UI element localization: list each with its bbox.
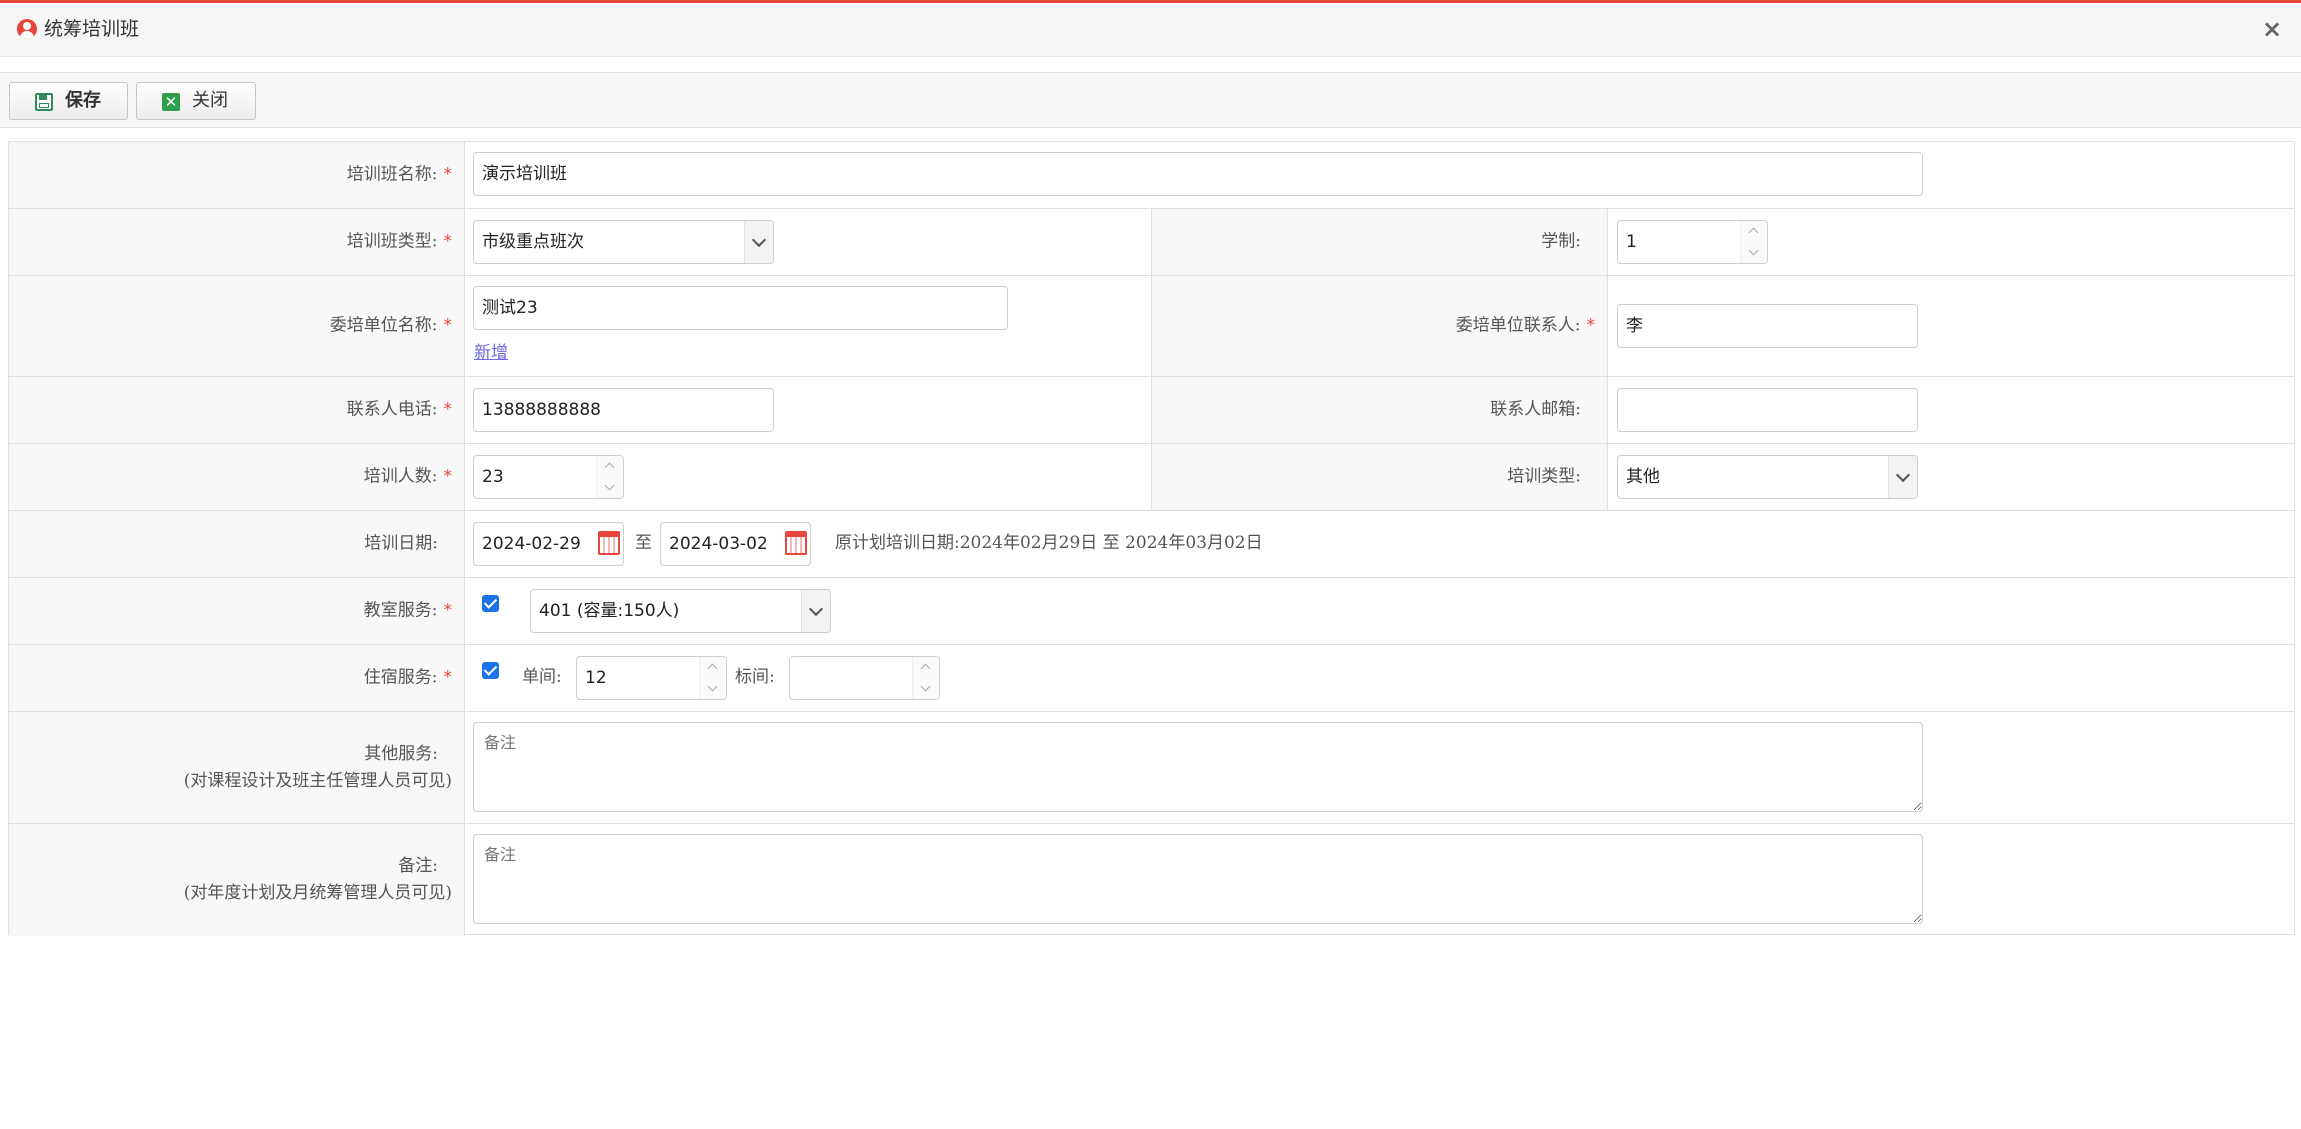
dates-label: 培训日期:: [364, 533, 438, 554]
standard-room-label: 标间:: [735, 667, 775, 687]
label-cell: 住宿服务: *: [9, 645, 465, 711]
spinner-icon[interactable]: [596, 456, 623, 498]
other-service-textarea[interactable]: [473, 722, 1923, 812]
form-row-classroom: 教室服务: * 401 (容量:150人): [9, 578, 2294, 645]
unit-name-input[interactable]: 测试23: [473, 286, 1008, 330]
calendar-icon[interactable]: [785, 531, 807, 555]
form-row-unit: 委培单位名称: * 测试23 新增 委培单位联系人: * 李: [9, 276, 2294, 377]
single-room-value: 12: [585, 668, 607, 688]
form-row-name: 培训班名称: * 演示培训班: [9, 142, 2294, 209]
training-type-select[interactable]: 其他: [1617, 455, 1918, 499]
duration-stepper[interactable]: 1: [1617, 220, 1768, 264]
training-type-value: 其他: [1626, 467, 1660, 487]
form-row-count: 培训人数: * 23 培训类型: 其他: [9, 444, 2294, 511]
label-cell: 培训日期:: [9, 511, 465, 577]
label-cell: 联系人电话: *: [9, 377, 465, 443]
form-row-remark: 备注: (对年度计划及月统筹管理人员可见): [9, 824, 2294, 936]
dialog-titlebar: 统筹培训班 ×: [0, 3, 2301, 57]
calendar-icon[interactable]: [598, 531, 620, 555]
form-row-phone: 联系人电话: * 13888888888 联系人邮箱:: [9, 377, 2294, 444]
spinner-icon[interactable]: [699, 657, 726, 699]
trainee-count-stepper[interactable]: 23: [473, 455, 624, 499]
type-label: 培训班类型: *: [346, 231, 452, 252]
unit-contact-input[interactable]: 李: [1617, 304, 1918, 348]
single-room-label: 单间:: [522, 667, 562, 687]
start-date-value: 2024-02-29: [482, 534, 581, 554]
label-cell: 培训班类型: *: [9, 209, 465, 275]
phone-input[interactable]: 13888888888: [473, 388, 774, 432]
class-name-input[interactable]: 演示培训班: [473, 152, 1923, 196]
date-range-separator: 至: [635, 533, 652, 553]
other-service-label: 其他服务: (对课程设计及班主任管理人员可见): [183, 743, 452, 791]
label-cell: 学制:: [1151, 209, 1608, 275]
spinner-icon[interactable]: [1740, 221, 1767, 263]
label-cell: 培训人数: *: [9, 444, 465, 510]
save-button[interactable]: 保存: [9, 82, 128, 120]
close-x-icon: ✕: [162, 93, 180, 111]
duration-value: 1: [1626, 232, 1637, 252]
close-icon[interactable]: ×: [2257, 14, 2287, 44]
training-class-form: 培训班名称: * 演示培训班 培训班类型: * 市级重点班次 学制: 1 委培单位名…: [8, 141, 2295, 936]
label-cell: 备注: (对年度计划及月统筹管理人员可见): [9, 824, 465, 936]
email-label: 联系人邮箱:: [1490, 399, 1581, 420]
chevron-down-icon: [1888, 456, 1917, 498]
count-label: 培训人数: *: [363, 466, 452, 487]
label-cell: 培训类型:: [1151, 444, 1608, 510]
label-cell: 其他服务: (对课程设计及班主任管理人员可见): [9, 712, 465, 823]
close-button[interactable]: ✕ 关闭: [136, 82, 256, 120]
toolbar: 保存 ✕ 关闭: [0, 72, 2301, 128]
add-unit-link[interactable]: 新增: [474, 338, 508, 363]
lodging-checkbox[interactable]: [482, 662, 499, 679]
label-cell: 委培单位名称: *: [9, 276, 465, 376]
unit-contact-label: 委培单位联系人: *: [1455, 315, 1595, 336]
name-label: 培训班名称: *: [346, 164, 452, 185]
trainee-count-value: 23: [482, 467, 504, 487]
lodging-label: 住宿服务: *: [363, 667, 452, 688]
label-cell: 委培单位联系人: *: [1151, 276, 1608, 376]
remark-sublabel: (对年度计划及月统筹管理人员可见): [183, 883, 452, 903]
label-cell: 培训班名称: *: [9, 142, 465, 208]
classroom-select[interactable]: 401 (容量:150人): [530, 589, 831, 633]
label-cell: 联系人邮箱:: [1151, 377, 1608, 443]
end-date-value: 2024-03-02: [669, 534, 768, 554]
start-date-input[interactable]: 2024-02-29: [473, 522, 624, 566]
class-type-value: 市级重点班次: [482, 232, 584, 252]
classroom-checkbox[interactable]: [482, 595, 499, 612]
spinner-icon[interactable]: [912, 657, 939, 699]
chevron-down-icon: [744, 221, 773, 263]
form-row-dates: 培训日期: 2024-02-29 至 2024-03-02 原计划培训日期:20…: [9, 511, 2294, 578]
form-row-lodging: 住宿服务: * 单间: 12 标间:: [9, 645, 2294, 712]
classroom-value: 401 (容量:150人): [539, 601, 680, 621]
remark-label: 备注: (对年度计划及月统筹管理人员可见): [183, 856, 452, 903]
duration-label: 学制:: [1541, 231, 1581, 252]
save-button-label: 保存: [65, 90, 101, 111]
label-cell: 教室服务: *: [9, 578, 465, 644]
class-type-select[interactable]: 市级重点班次: [473, 220, 774, 264]
user-icon: [17, 19, 37, 39]
save-icon: [35, 93, 53, 111]
other-service-sublabel: (对课程设计及班主任管理人员可见): [183, 770, 452, 791]
training-type-label: 培训类型:: [1507, 466, 1581, 487]
standard-room-stepper[interactable]: [789, 656, 940, 700]
form-row-type: 培训班类型: * 市级重点班次 学制: 1: [9, 209, 2294, 276]
classroom-label: 教室服务: *: [363, 600, 452, 621]
phone-label: 联系人电话: *: [346, 399, 452, 420]
form-row-other-service: 其他服务: (对课程设计及班主任管理人员可见): [9, 712, 2294, 824]
remark-textarea[interactable]: [473, 834, 1923, 924]
original-plan-dates: 原计划培训日期:2024年02月29日 至 2024年03月02日: [835, 533, 1263, 553]
unit-label: 委培单位名称: *: [329, 315, 452, 336]
end-date-input[interactable]: 2024-03-02: [660, 522, 811, 566]
close-button-label: 关闭: [192, 90, 228, 111]
email-input[interactable]: [1617, 388, 1918, 432]
dialog-title: 统筹培训班: [44, 18, 140, 40]
chevron-down-icon: [801, 590, 830, 632]
single-room-stepper[interactable]: 12: [576, 656, 727, 700]
